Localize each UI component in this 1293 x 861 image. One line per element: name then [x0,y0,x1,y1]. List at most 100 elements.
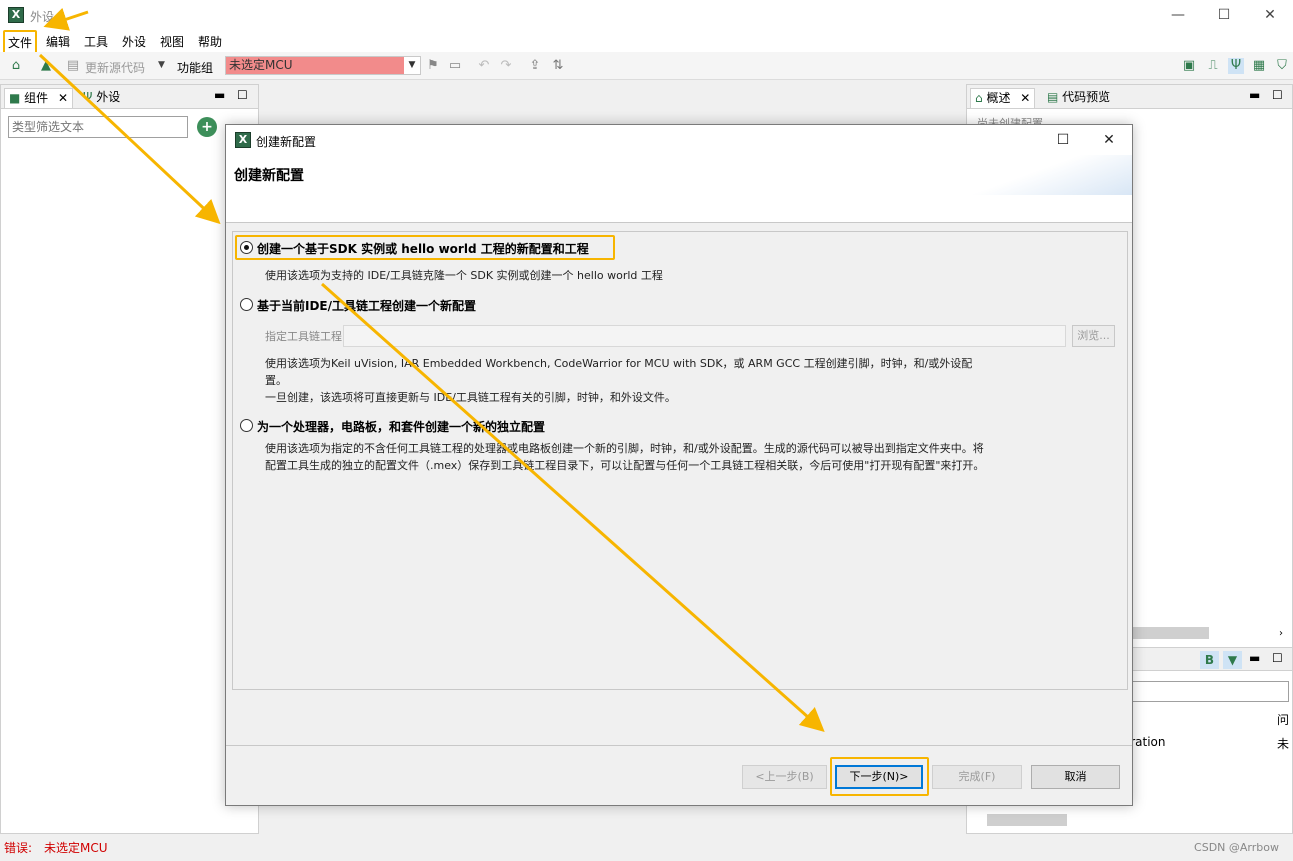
left-panel: ■ 组件 ✕ Ψ 外设 ▬ ☐ + [0,84,259,834]
document-icon: ▤ [66,58,80,73]
function-group-label: 功能组 [177,61,214,75]
browse-button[interactable]: 浏览... [1072,325,1115,347]
export-icon[interactable]: ⇪ [527,58,543,74]
toolbar: ⌂ ▲ ▤ 更新源代码 ▼ 功能组 未选定MCU ▼ ⚑ ▭ ↶ ↷ ⇪ ⇅ ▣… [0,52,1293,80]
option-standalone-desc: 配置工具生成的独立的配置文件（.mex）保存到工具链工程目录下，可以让配置与任何… [265,459,985,472]
chip-icon[interactable]: ▣ [1181,58,1197,74]
dialog-body: 创建一个基于SDK 实例或 hello world 工程的新配置和工程 使用该选… [232,231,1128,690]
undo-icon[interactable]: ↶ [476,58,492,74]
tab-code-preview-label: 代码预览 [1062,90,1111,104]
menu-tools[interactable]: 工具 [84,33,108,50]
scroll-right-icon[interactable]: › [1279,628,1283,639]
comment-icon[interactable]: ▭ [447,58,463,74]
maximize-icon[interactable]: ☐ [237,88,248,102]
redo-icon[interactable]: ↷ [498,58,514,74]
menu-bar: 文件 编辑 工具 外设 视图 帮助 [0,30,1293,55]
code-icon: ▤ [1047,90,1059,104]
toolchain-path-input [343,325,1066,347]
minimize-icon[interactable]: ▬ [214,88,225,102]
status-value: 未选定MCU [44,841,108,855]
dialog-separator [226,745,1132,746]
menu-edit[interactable]: 编辑 [46,33,70,50]
add-button[interactable]: + [197,117,217,137]
option-standalone-radio[interactable] [240,419,253,432]
tab-peripherals-label: 外设 [96,90,121,104]
binary-icon[interactable]: ▦ [1251,58,1267,74]
close-button[interactable]: ✕ [1247,4,1293,26]
home-icon[interactable]: ⌂ [8,58,24,74]
warning-icon[interactable]: ▲ [38,58,54,74]
filter-input[interactable] [8,116,188,138]
status-bar: 错误: 未选定MCU CSDN @Arrbow [0,836,1293,861]
components-icon: ■ [9,91,21,105]
tab-components-label: 组件 [24,91,49,105]
dialog-titlebar: X 创建新配置 ☐ ✕ [226,125,1132,155]
right-tabs: ⌂ 概述 ✕ ▤ 代码预览 ▬ ☐ [967,85,1292,109]
horizontal-scrollbar[interactable] [1133,627,1209,639]
pulse-icon[interactable]: ⎍ [1205,58,1221,74]
mcu-select-value: 未选定MCU [229,58,293,72]
tab-components[interactable]: ■ 组件 ✕ [4,88,74,108]
maximize-button[interactable]: ☐ [1040,129,1086,151]
bold-icon[interactable]: B [1200,651,1219,669]
usb-icon: Ψ [83,90,93,104]
update-code-button[interactable]: 更新源代码 [85,59,145,76]
flag-icon[interactable]: ⚑ [425,58,441,74]
option-toolchain-desc: 使用该选项为Keil uVision, IAR Embedded Workben… [265,357,973,370]
maximize-icon[interactable]: ☐ [1272,651,1283,665]
close-button[interactable]: ✕ [1086,129,1132,151]
app-icon: X [8,7,24,23]
app-icon: X [235,132,251,148]
option-toolchain-radio[interactable] [240,298,253,311]
option-standalone-label[interactable]: 为一个处理器，电路板，和套件创建一个新的独立配置 [257,418,545,435]
table-header: 问 [1277,713,1290,727]
usb-icon[interactable]: Ψ [1228,58,1244,74]
sort-icon[interactable]: ⇅ [550,58,566,74]
watermark: CSDN @Arrbow [1194,841,1279,854]
maximize-button[interactable]: ☐ [1201,4,1247,26]
back-button[interactable]: <上一步(B) [742,765,827,789]
left-tabs: ■ 组件 ✕ Ψ 外设 ▬ ☐ [1,85,258,109]
home-icon: ⌂ [975,91,983,105]
tab-code-preview[interactable]: ▤ 代码预览 [1043,88,1114,108]
dialog-title: 创建新配置 [256,135,317,149]
toolchain-field-label: 指定工具链工程: [265,330,346,343]
option-sdk-label[interactable]: 创建一个基于SDK 实例或 hello world 工程的新配置和工程 [257,240,589,257]
table-cell: 未 [1277,737,1290,751]
problems-filter-input[interactable] [1117,681,1289,702]
minimize-icon[interactable]: ▬ [1249,651,1260,665]
menu-help[interactable]: 帮助 [198,33,222,50]
horizontal-scrollbar[interactable] [987,814,1067,826]
option-sdk-radio[interactable] [240,241,253,254]
option-sdk-desc: 使用该选项为支持的 IDE/工具链克隆一个 SDK 实例或创建一个 hello … [265,269,663,282]
tab-overview[interactable]: ⌂ 概述 ✕ [970,88,1036,108]
shield-icon[interactable]: ⛉ [1274,58,1290,74]
chevron-down-icon[interactable]: ▼ [404,57,420,74]
dialog-header: 创建新配置 [226,155,1132,223]
window-title: 外设 [30,10,55,24]
create-config-dialog: X 创建新配置 ☐ ✕ 创建新配置 创建一个基于SDK 实例或 hello wo… [225,124,1133,806]
tab-peripherals[interactable]: Ψ 外设 [79,88,124,108]
filter-icon[interactable]: ▼ [1223,651,1242,669]
menu-view[interactable]: 视图 [160,33,184,50]
close-icon[interactable]: ✕ [58,91,68,105]
finish-button[interactable]: 完成(F) [932,765,1022,789]
maximize-icon[interactable]: ☐ [1272,88,1283,102]
option-toolchain-desc: 置。 [265,374,287,387]
mcu-select[interactable]: 未选定MCU ▼ [225,56,421,75]
dialog-heading: 创建新配置 [234,168,304,184]
chevron-down-icon[interactable]: ▼ [158,60,165,70]
next-button[interactable]: 下一步(N)> [835,765,923,789]
header-banner [972,155,1132,195]
window-titlebar: X 外设 — ☐ ✕ [0,0,1293,30]
status-label: 错误: [4,841,33,855]
option-standalone-desc: 使用该选项为指定的不含任何工具链工程的处理器或电路板创建一个新的引脚，时钟，和/… [265,442,984,455]
option-toolchain-desc: 一旦创建，该选项将可直接更新与 IDE/工具链工程有关的引脚，时钟，和外设文件。 [265,391,676,404]
cancel-button[interactable]: 取消 [1031,765,1120,789]
menu-peripherals[interactable]: 外设 [122,33,146,50]
tab-overview-label: 概述 [986,91,1011,105]
close-icon[interactable]: ✕ [1020,91,1030,105]
option-toolchain-label[interactable]: 基于当前IDE/工具链工程创建一个新配置 [257,297,476,314]
minimize-icon[interactable]: ▬ [1249,88,1260,102]
minimize-button[interactable]: — [1155,4,1201,26]
